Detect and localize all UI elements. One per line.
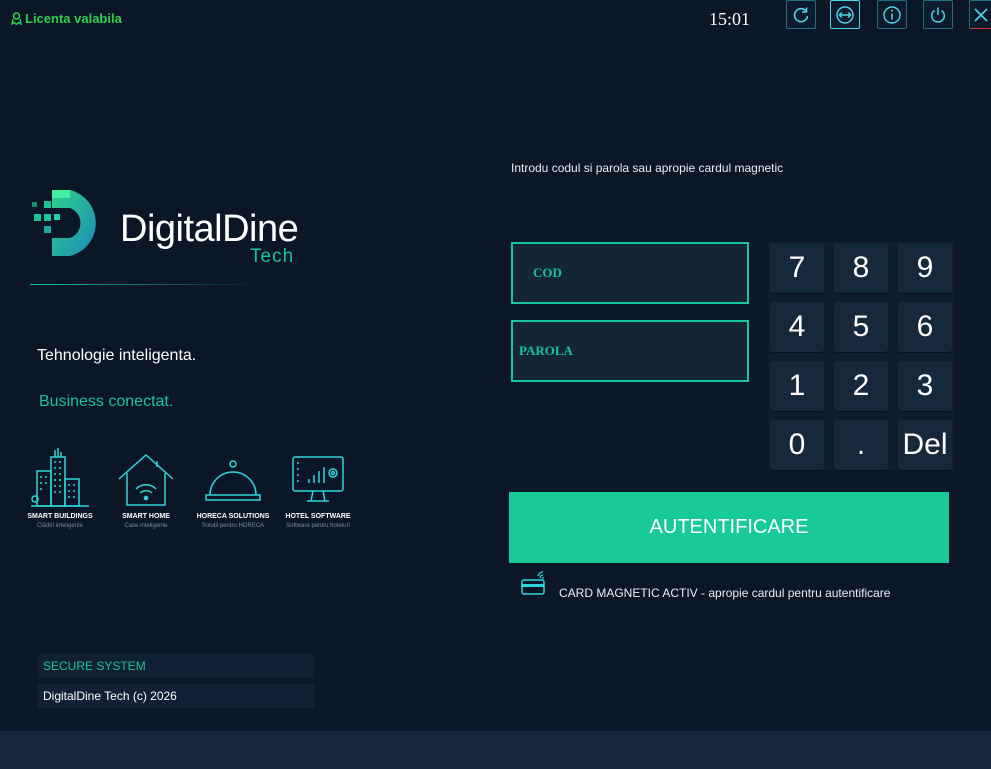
magnetic-card-icon [521,571,545,595]
feature-title: SMART HOME [122,513,170,520]
resize-button[interactable] [830,0,860,29]
buildings-icon [31,448,89,507]
key-0[interactable]: 0 [770,420,824,470]
feature-horeca-solutions: HORECA SOLUTIONS Soluții pentru HORECA [188,447,278,529]
refresh-button[interactable] [786,0,816,29]
tagline-secondary: Business conectat. [39,393,174,410]
power-button[interactable] [923,0,953,29]
tagline-primary: Tehnologie inteligenta. [37,347,197,364]
smart-home-icon [118,453,174,506]
card-status-text: CARD MAGNETIC ACTIV - apropie cardul pen… [559,586,891,600]
resize-icon [836,5,854,24]
numeric-keypad: 7 8 9 4 5 6 1 2 3 0 . Del [768,242,954,470]
info-icon [883,5,901,24]
power-icon [930,7,946,23]
key-8[interactable]: 8 [834,243,888,293]
key-5[interactable]: 5 [834,302,888,352]
feature-title: HORECA SOLUTIONS [196,513,270,520]
key-3[interactable]: 3 [898,361,952,411]
feature-subtitle: Software pentru hoteluri [286,523,350,529]
brand-name: DigitalDine [120,208,299,250]
license-status: Licenta valabila [10,11,122,26]
monitor-chart-icon [292,456,344,502]
key-7[interactable]: 7 [770,243,824,293]
refresh-icon [793,7,809,22]
feature-smart-home: SMART HOME Case inteligente [101,447,191,529]
bottom-bar [0,731,991,769]
info-button[interactable] [877,0,907,29]
key-9[interactable]: 9 [898,243,952,293]
authenticate-button[interactable]: AUTENTIFICARE [509,492,949,563]
close-button[interactable] [969,0,991,29]
feature-subtitle: Soluții pentru HORECA [201,523,265,529]
key-4[interactable]: 4 [770,302,824,352]
digitaldine-logo-icon [32,190,96,256]
feature-title: SMART BUILDINGS [27,513,93,520]
code-input[interactable]: COD [511,242,749,304]
key-6[interactable]: 6 [898,302,952,352]
key-2[interactable]: 2 [834,361,888,411]
password-input-label: PAROLA [519,343,573,358]
clock: 15:01 [709,9,751,29]
brand-subtitle: Tech [250,246,295,267]
license-icon [11,12,22,25]
key-1[interactable]: 1 [770,361,824,411]
feature-smart-buildings: SMART BUILDINGS Clădiri inteligente [15,447,105,529]
login-instruction: Introdu codul si parola sau apropie card… [511,161,784,175]
feature-subtitle: Case inteligente [124,523,168,529]
feature-title: HOTEL SOFTWARE [285,513,351,520]
key-delete[interactable]: Del [898,420,952,470]
copyright: DigitalDine Tech (c) 2026 [38,684,314,708]
license-text: Licenta valabila [25,11,122,26]
feature-subtitle: Clădiri inteligente [36,523,84,529]
key-dot[interactable]: . [834,420,888,470]
cloche-icon [205,460,261,501]
secure-system-label: SECURE SYSTEM [38,654,314,678]
close-icon [974,7,988,22]
feature-hotel-software: HOTEL SOFTWARE Software pentru hoteluri [273,447,363,529]
password-input[interactable]: PAROLA [511,320,749,382]
logo-divider [30,284,260,285]
code-input-label: COD [533,265,562,280]
